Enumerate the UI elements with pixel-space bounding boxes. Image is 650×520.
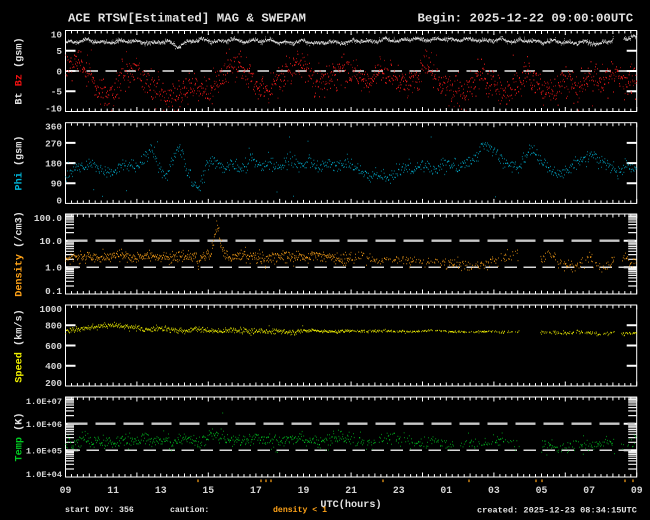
svg-text:200: 200: [45, 378, 62, 389]
svg-text:Phi (gsm): Phi (gsm): [14, 135, 26, 190]
svg-text:19: 19: [298, 485, 310, 496]
svg-text:1.0: 1.0: [45, 263, 62, 274]
svg-text:0: 0: [56, 66, 62, 77]
svg-text:Begin: 2025-12-22 09:00:00UTC: Begin: 2025-12-22 09:00:00UTC: [418, 12, 634, 26]
svg-text:1.0E+06: 1.0E+06: [26, 420, 62, 430]
svg-text:0: 0: [56, 195, 62, 206]
svg-text:13: 13: [155, 485, 167, 496]
svg-text:10.0: 10.0: [39, 236, 62, 247]
svg-text:Density (/cm3): Density (/cm3): [14, 211, 26, 297]
svg-text:UTC(hours): UTC(hours): [320, 499, 381, 511]
svg-text:09: 09: [631, 485, 643, 496]
svg-text:180: 180: [45, 158, 62, 169]
svg-text:1.0E+05: 1.0E+05: [26, 447, 62, 457]
svg-text:10: 10: [51, 29, 63, 40]
svg-text:1.0E+04: 1.0E+04: [26, 470, 62, 480]
svg-text:90: 90: [51, 179, 63, 190]
svg-text:Speed (km/s): Speed (km/s): [14, 309, 26, 382]
svg-text:21: 21: [345, 485, 357, 496]
svg-text:09: 09: [60, 485, 72, 496]
svg-text:start DOY: 356: start DOY: 356: [65, 506, 134, 515]
svg-text:17: 17: [250, 485, 262, 496]
svg-text:07: 07: [583, 485, 595, 496]
svg-text:ACE RTSW[Estimated] MAG & SWEP: ACE RTSW[Estimated] MAG & SWEPAM: [68, 12, 306, 26]
svg-text:600: 600: [45, 341, 62, 352]
svg-text:caution:: caution:: [170, 505, 209, 515]
svg-text:-5: -5: [51, 87, 63, 98]
svg-text:23: 23: [393, 485, 405, 496]
svg-text:-10: -10: [45, 104, 62, 115]
svg-text:05: 05: [536, 485, 548, 496]
svg-text:5: 5: [56, 46, 62, 57]
svg-text:1000: 1000: [39, 304, 62, 315]
svg-text:400: 400: [45, 361, 62, 372]
svg-text:0.1: 0.1: [45, 286, 62, 297]
svg-text:100.0: 100.0: [34, 213, 63, 224]
svg-text:11: 11: [107, 485, 119, 496]
svg-text:1.0E+07: 1.0E+07: [26, 397, 62, 407]
svg-text:Temp (K): Temp (K): [14, 413, 26, 462]
svg-text:15: 15: [202, 485, 214, 496]
svg-text:density < 1: density < 1: [273, 505, 327, 515]
svg-text:360: 360: [45, 122, 62, 133]
svg-text:Bt Bz (gsm): Bt Bz (gsm): [14, 37, 26, 104]
svg-text:270: 270: [45, 138, 62, 149]
svg-text:01: 01: [440, 485, 452, 496]
svg-text:800: 800: [45, 321, 62, 332]
svg-text:03: 03: [488, 485, 500, 496]
svg-text:created: 2025-12-23 08:34:15UT: created: 2025-12-23 08:34:15UTC: [477, 506, 637, 516]
